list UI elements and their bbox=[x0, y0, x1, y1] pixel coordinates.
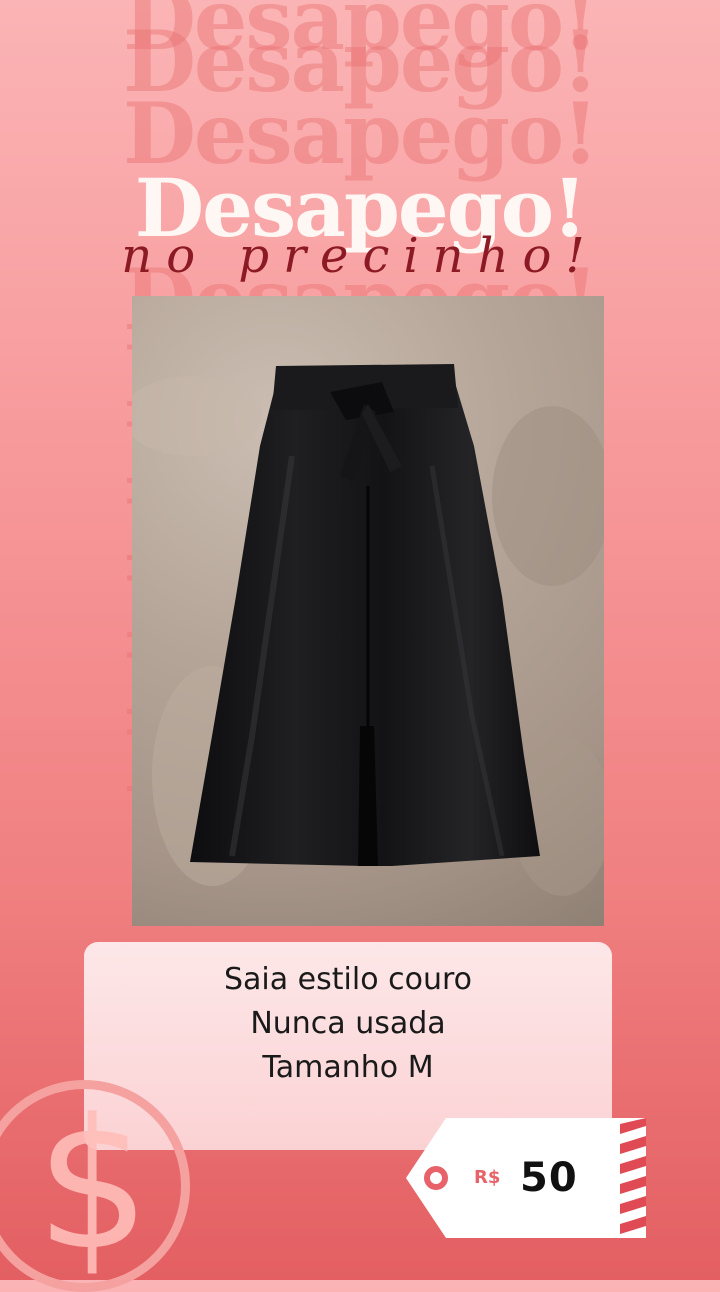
skirt-illustration bbox=[132, 364, 604, 896]
price-amount: 50 bbox=[520, 1155, 578, 1201]
price-currency: R$ bbox=[474, 1167, 501, 1188]
product-description: Saia estilo couro Nunca usada Tamanho M bbox=[84, 958, 612, 1090]
page-subtitle: no precinho! bbox=[121, 228, 599, 284]
tag-hole-icon bbox=[424, 1166, 448, 1190]
dollar-glyph: $ bbox=[35, 1081, 151, 1290]
description-line: Saia estilo couro bbox=[224, 962, 472, 997]
product-photo bbox=[132, 296, 604, 926]
description-line: Nunca usada bbox=[250, 1006, 446, 1041]
